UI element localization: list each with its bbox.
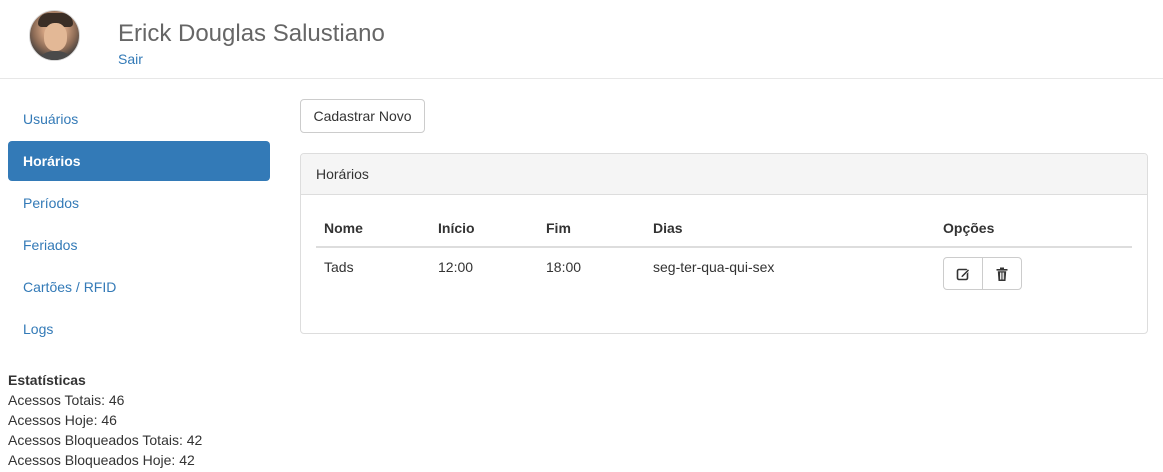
- panel-title: Horários: [301, 154, 1147, 195]
- column-header-dias: Dias: [645, 209, 935, 248]
- stat-today-blocked: Acessos Bloqueados Hoje: 42: [8, 452, 195, 468]
- top-header: Erick Douglas Salustiano Sair: [0, 0, 1163, 79]
- edit-button[interactable]: [943, 257, 983, 290]
- column-header-opcoes: Opções: [935, 209, 1132, 248]
- sidebar-item-cartoes-rfid[interactable]: Cartões / RFID: [8, 267, 270, 307]
- avatar: [29, 10, 80, 61]
- column-header-inicio: Início: [430, 209, 538, 248]
- sidebar-item-logs[interactable]: Logs: [8, 309, 270, 349]
- sidebar-item-usuarios[interactable]: Usuários: [8, 99, 270, 139]
- user-name: Erick Douglas Salustiano: [118, 20, 385, 47]
- cell-fim: 18:00: [546, 259, 582, 275]
- sidebar-item-feriados[interactable]: Feriados: [8, 225, 270, 265]
- stats-title: Estatísticas: [8, 372, 86, 388]
- row-actions: [943, 257, 1022, 290]
- sidebar-nav: Usuários Horários Períodos Feriados Cart…: [8, 99, 270, 351]
- stat-total-access: Acessos Totais: 46: [8, 392, 125, 408]
- table-row: Tads 12:00 18:00 seg-ter-qua-qui-sex: [316, 247, 1132, 291]
- delete-button[interactable]: [982, 257, 1022, 290]
- stats-block: Estatísticas Acessos Totais: 46 Acessos …: [8, 370, 202, 470]
- cell-inicio: 12:00: [438, 259, 474, 275]
- horarios-panel: Horários Nome Início Fim Dias Opções Tad…: [300, 153, 1148, 334]
- sidebar-item-horarios[interactable]: Horários: [8, 141, 270, 181]
- horarios-table: Nome Início Fim Dias Opções Tads 12:00 1…: [316, 209, 1132, 291]
- table-header-row: Nome Início Fim Dias Opções: [316, 209, 1132, 248]
- sidebar-item-periodos[interactable]: Períodos: [8, 183, 270, 223]
- cell-dias: seg-ter-qua-qui-sex: [653, 259, 775, 275]
- cadastrar-novo-button[interactable]: Cadastrar Novo: [300, 99, 425, 133]
- cell-nome: Tads: [324, 259, 354, 275]
- stat-today-access: Acessos Hoje: 46: [8, 412, 117, 428]
- logout-link[interactable]: Sair: [118, 51, 143, 67]
- cell-opcoes: [935, 247, 1132, 291]
- column-header-nome: Nome: [316, 209, 430, 248]
- edit-icon: [956, 268, 970, 280]
- trash-icon: [996, 267, 1008, 281]
- stat-total-blocked: Acessos Bloqueados Totais: 42: [8, 432, 203, 448]
- column-header-fim: Fim: [538, 209, 645, 248]
